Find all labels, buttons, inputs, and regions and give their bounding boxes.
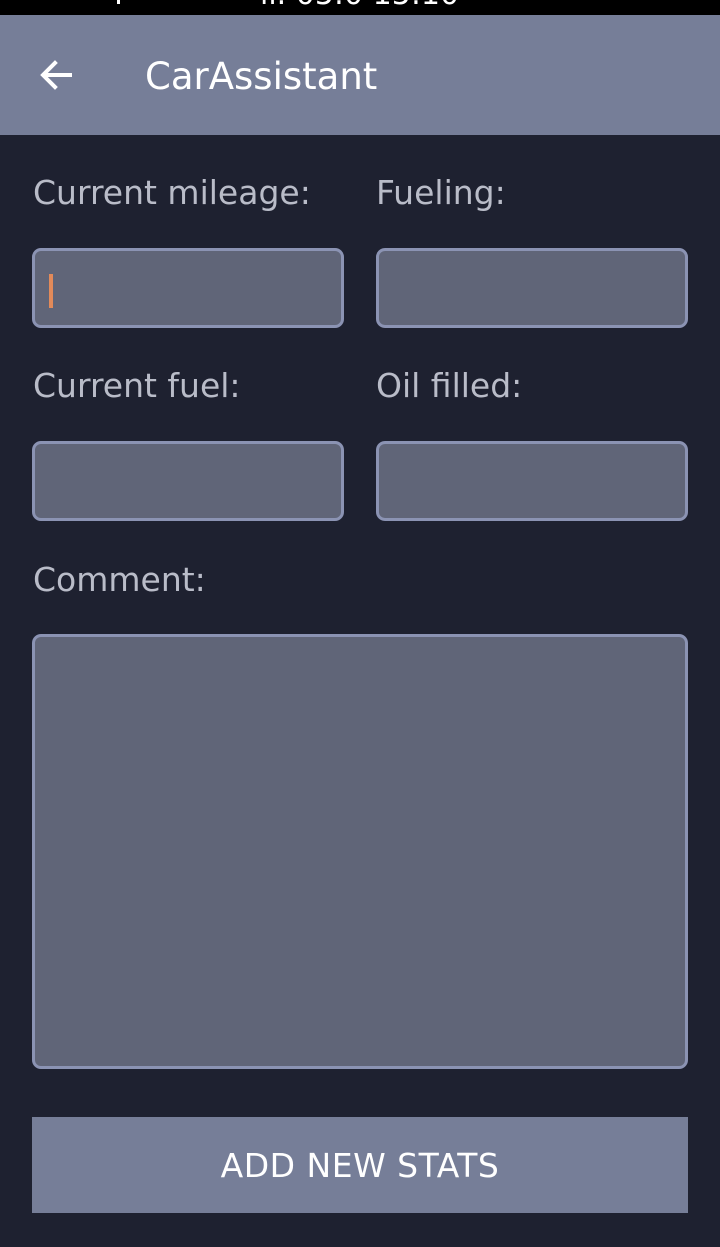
signal-icon (117, 0, 120, 4)
arrow-left-icon (40, 60, 72, 90)
fueling-label: Fueling: (376, 173, 506, 212)
comment-label: Comment: (33, 560, 206, 599)
fueling-field[interactable] (376, 248, 688, 328)
current-fuel-field[interactable] (32, 441, 344, 521)
current-mileage-field[interactable] (32, 248, 344, 328)
app-title: CarAssistant (145, 55, 378, 98)
add-new-stats-button[interactable]: ADD NEW STATS (32, 1117, 688, 1213)
comment-field[interactable] (32, 634, 688, 1069)
app-bar: CarAssistant (0, 15, 720, 135)
current-fuel-label: Current fuel: (33, 366, 241, 405)
text-caret (49, 274, 53, 308)
oil-filled-label: Oil filled: (376, 366, 523, 405)
status-time: ıı. 05:0 15:10 (260, 0, 459, 10)
current-mileage-label: Current mileage: (33, 173, 311, 212)
oil-filled-field[interactable] (376, 441, 688, 521)
back-button[interactable] (30, 49, 82, 101)
status-bar: ıı. 05:0 15:10 (0, 0, 720, 15)
